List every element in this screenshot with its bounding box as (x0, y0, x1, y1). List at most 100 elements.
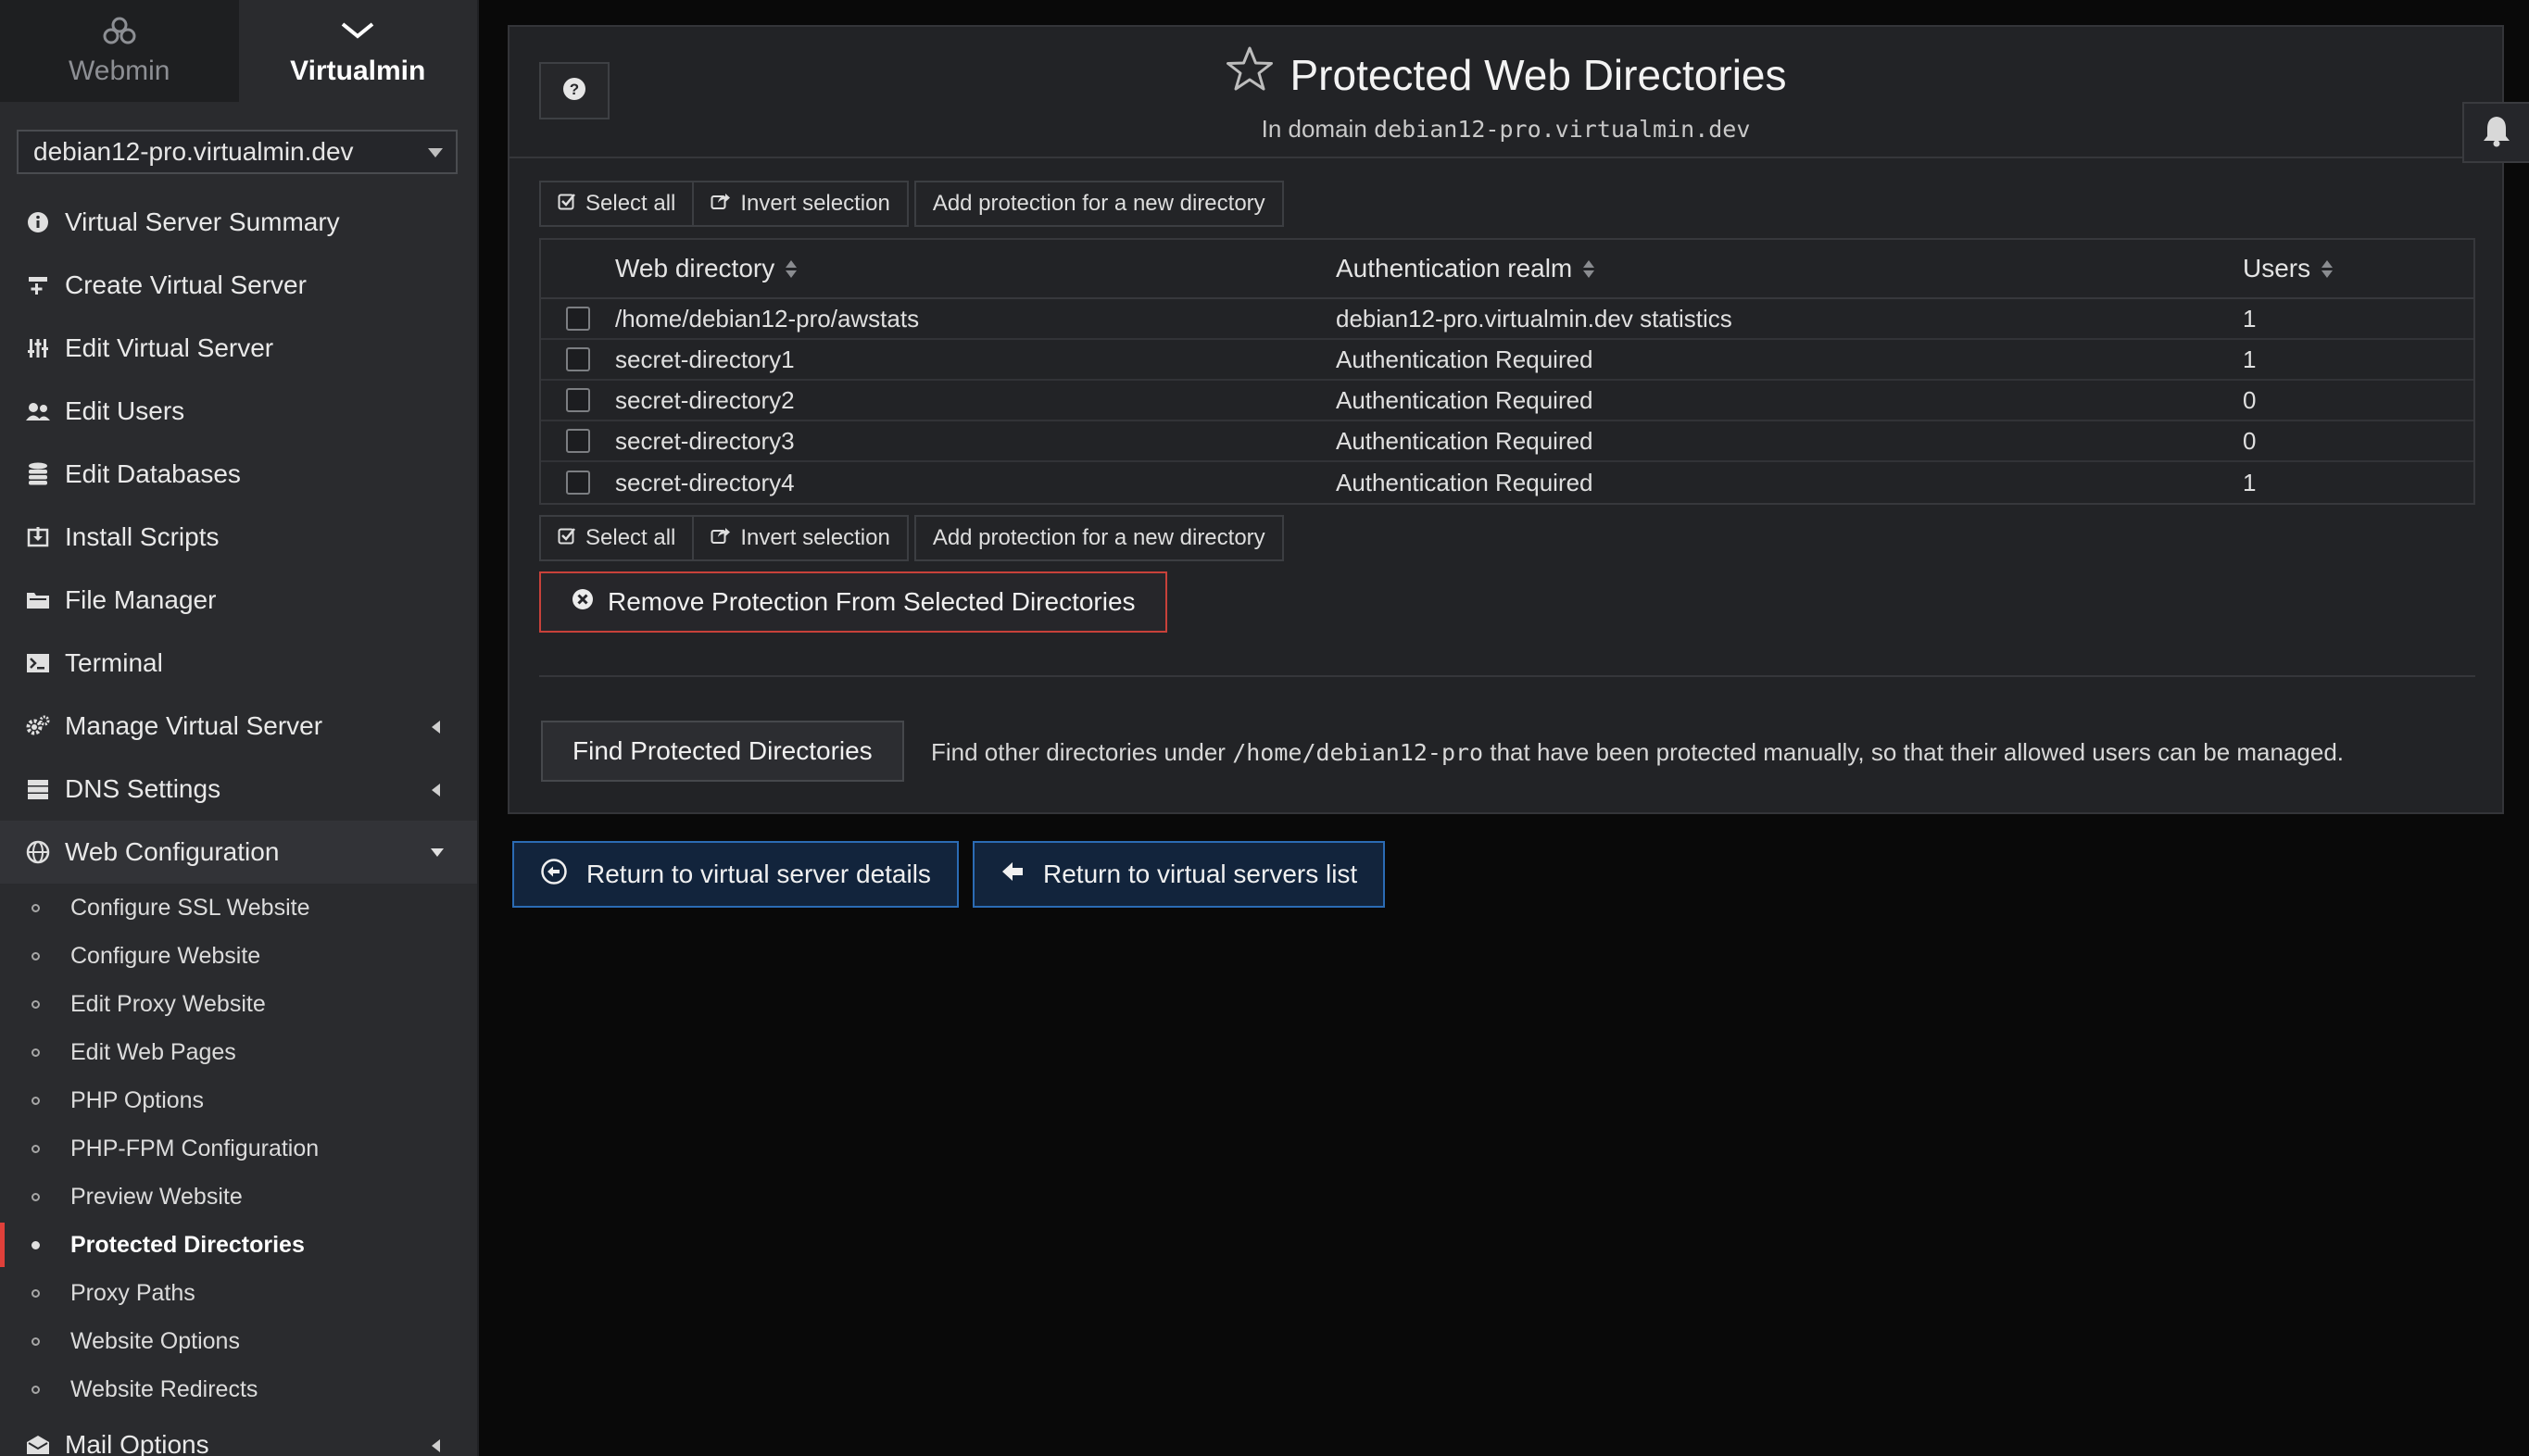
web-directory-link[interactable]: secret-directory2 (615, 386, 1336, 415)
sidebar-subitem-label: Website Options (70, 1327, 240, 1354)
notifications-button[interactable] (2462, 102, 2529, 163)
bullet-icon (31, 952, 40, 960)
bullet-icon (31, 1048, 40, 1057)
return-to-servers-list-button[interactable]: Return to virtual servers list (973, 841, 1386, 908)
sidebar-subitem-label: Preview Website (70, 1183, 243, 1210)
select-all-button[interactable]: Select all (539, 181, 695, 227)
envelope-icon (24, 1431, 52, 1456)
caret-left-icon (432, 721, 440, 734)
sidebar-menu: Virtual Server Summary Create Virtual Se… (0, 191, 477, 1456)
web-directory-link[interactable]: secret-directory3 (615, 427, 1336, 456)
column-header-users[interactable]: Users (2239, 254, 2471, 283)
caret-left-icon (432, 1439, 440, 1452)
sort-icon (1583, 259, 1595, 278)
row-checkbox[interactable] (566, 471, 590, 495)
sidebar-item-label: Manage Virtual Server (65, 711, 323, 740)
sidebar-item-virtual-server-summary[interactable]: Virtual Server Summary (0, 191, 477, 254)
database-icon (24, 460, 52, 488)
sidebar-subitem-preview-website[interactable]: Preview Website (0, 1173, 477, 1221)
terminal-icon (24, 649, 52, 677)
bullet-icon (31, 1000, 40, 1009)
users-cell: 1 (2243, 304, 2257, 333)
sidebar-item-mail-options[interactable]: Mail Options (0, 1413, 477, 1456)
sidebar-item-terminal[interactable]: Terminal (0, 632, 477, 695)
sidebar-subitem-website-redirects[interactable]: Website Redirects (0, 1365, 477, 1413)
sidebar: Webmin Virtualmin debian12-pro.virtualmi… (0, 0, 479, 1456)
sidebar-subitem-configure-website[interactable]: Configure Website (0, 932, 477, 980)
sidebar-item-label: Mail Options (65, 1430, 209, 1456)
info-icon (24, 208, 52, 236)
sidebar-item-edit-databases[interactable]: Edit Databases (0, 443, 477, 506)
return-to-server-details-button[interactable]: Return to virtual server details (512, 841, 959, 908)
find-desc-suffix: that have been protected manually, so th… (1490, 738, 2345, 766)
select-all-label: Select all (585, 525, 676, 550)
sidebar-subitem-edit-web-pages[interactable]: Edit Web Pages (0, 1028, 477, 1076)
web-directory-link[interactable]: secret-directory4 (615, 469, 1336, 497)
users-cell: 0 (2243, 426, 2257, 455)
sidebar-subitem-php-options[interactable]: PHP Options (0, 1076, 477, 1124)
sidebar-item-dns-settings[interactable]: DNS Settings (0, 758, 477, 821)
times-circle-icon (571, 587, 595, 618)
sidebar-subitem-php-fpm-configuration[interactable]: PHP-FPM Configuration (0, 1124, 477, 1173)
select-all-button[interactable]: Select all (539, 515, 695, 561)
table-row: secret-directory4 Authentication Require… (541, 462, 2473, 503)
add-protection-label: Add protection for a new directory (932, 525, 1265, 550)
protected-directories-table: Web directory Authentication realm Users… (539, 238, 2475, 505)
star-icon[interactable] (1225, 45, 1275, 104)
sort-icon (2321, 259, 2334, 278)
invert-selection-button[interactable]: Invert selection (692, 515, 909, 561)
add-protection-label: Add protection for a new directory (932, 191, 1265, 216)
caret-left-icon (432, 784, 440, 797)
sidebar-subitem-configure-ssl-website[interactable]: Configure SSL Website (0, 884, 477, 932)
web-directory-link[interactable]: /home/debian12-pro/awstats (615, 305, 1336, 333)
chevron-down-icon (339, 15, 376, 46)
sliders-icon (24, 334, 52, 362)
sidebar-item-edit-virtual-server[interactable]: Edit Virtual Server (0, 317, 477, 380)
table-header-row: Web directory Authentication realm Users (541, 240, 2473, 299)
return-list-label: Return to virtual servers list (1043, 860, 1358, 888)
add-protection-button[interactable]: Add protection for a new directory (913, 515, 1284, 561)
sidebar-subitem-label: PHP-FPM Configuration (70, 1135, 320, 1161)
row-checkbox[interactable] (566, 347, 590, 371)
webmin-tab[interactable]: Webmin (0, 0, 239, 102)
sidebar-item-install-scripts[interactable]: Install Scripts (0, 506, 477, 569)
users-icon (24, 397, 52, 425)
install-icon (24, 523, 52, 551)
remove-protection-button[interactable]: Remove Protection From Selected Director… (539, 571, 1167, 633)
sidebar-subitem-proxy-paths[interactable]: Proxy Paths (0, 1269, 477, 1317)
table-row: secret-directory2 Authentication Require… (541, 381, 2473, 421)
bullet-icon (31, 1193, 40, 1201)
page-header: Protected Web Directories In domain debi… (510, 45, 2502, 144)
folder-icon (24, 586, 52, 614)
column-header-authentication-realm[interactable]: Authentication realm (1336, 254, 2239, 283)
sidebar-subitem-protected-directories[interactable]: Protected Directories (0, 1221, 477, 1269)
header-divider (510, 157, 2502, 158)
page-title-row: Protected Web Directories (1225, 45, 1787, 104)
sidebar-subitem-label: Configure SSL Website (70, 894, 310, 921)
find-protected-directories-button[interactable]: Find Protected Directories (541, 721, 904, 782)
row-checkbox[interactable] (566, 307, 590, 331)
realm-cell: debian12-pro.virtualmin.dev statistics (1336, 304, 1732, 333)
realm-cell: Authentication Required (1336, 468, 1593, 496)
sidebar-item-create-virtual-server[interactable]: Create Virtual Server (0, 254, 477, 317)
web-directory-link[interactable]: secret-directory1 (615, 345, 1336, 374)
return-details-label: Return to virtual server details (586, 860, 931, 888)
column-header-web-directory[interactable]: Web directory (615, 254, 1336, 283)
sidebar-item-web-configuration[interactable]: Web Configuration (0, 821, 477, 884)
remove-protection-label: Remove Protection From Selected Director… (608, 587, 1136, 616)
sidebar-item-file-manager[interactable]: File Manager (0, 569, 477, 632)
webmin-tab-label: Webmin (69, 56, 170, 86)
sidebar-subitem-website-options[interactable]: Website Options (0, 1317, 477, 1365)
virtualmin-tab[interactable]: Virtualmin (238, 0, 477, 102)
bullet-icon (31, 1289, 40, 1298)
sidebar-item-edit-users[interactable]: Edit Users (0, 380, 477, 443)
domain-select[interactable]: debian12-pro.virtualmin.dev (17, 130, 458, 174)
row-checkbox[interactable] (566, 429, 590, 453)
sidebar-item-manage-virtual-server[interactable]: Manage Virtual Server (0, 695, 477, 758)
bullet-icon (31, 1337, 40, 1346)
sidebar-subitem-edit-proxy-website[interactable]: Edit Proxy Website (0, 980, 477, 1028)
row-checkbox[interactable] (566, 388, 590, 412)
invert-selection-button[interactable]: Invert selection (692, 181, 909, 227)
add-protection-button[interactable]: Add protection for a new directory (913, 181, 1284, 227)
caret-down-icon (431, 848, 444, 857)
